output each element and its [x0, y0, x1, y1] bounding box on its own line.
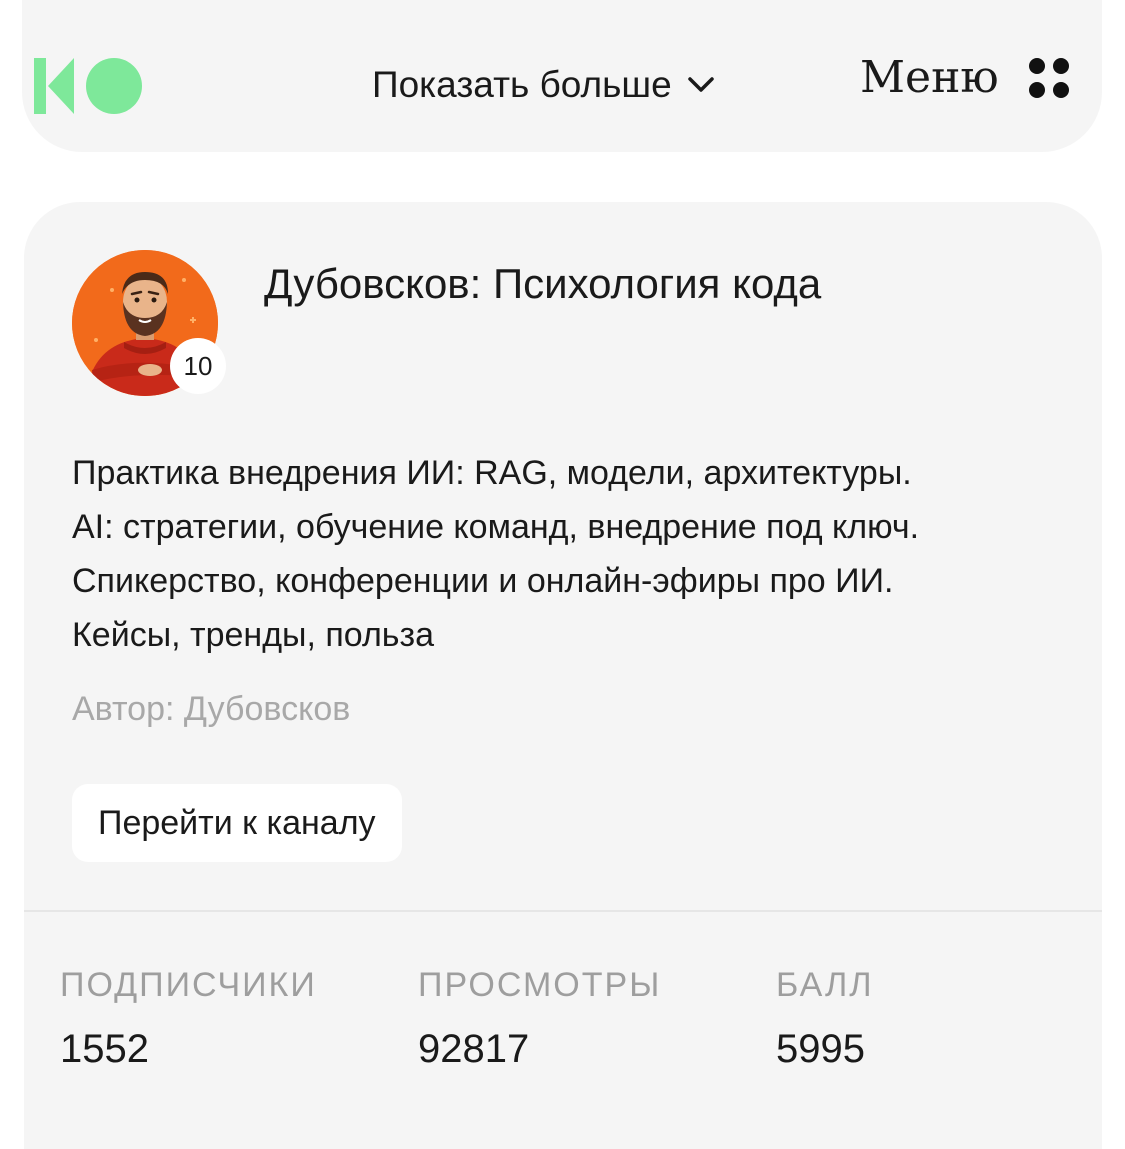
description-line: Спикерство, конференции и онлайн-эфиры п… — [72, 562, 894, 600]
channel-author: Автор: Дубовсков — [72, 690, 351, 728]
stat-label: ПОДПИСЧИКИ — [60, 966, 317, 1004]
top-header: Показать больше Меню — [22, 0, 1102, 152]
chevron-down-icon — [687, 77, 714, 92]
stat-score: БАЛЛ 5995 — [776, 966, 874, 1072]
channel-title: Дубовсков: Психология кода — [264, 260, 822, 307]
stat-subscribers: ПОДПИСЧИКИ 1552 — [60, 966, 317, 1072]
dots-grid-icon — [1028, 57, 1069, 98]
stat-value: 1552 — [60, 1027, 149, 1071]
description-line: Практика внедрения ИИ: RAG, модели, архи… — [72, 454, 912, 492]
stat-value: 92817 — [418, 1027, 530, 1071]
menu-label: Меню — [860, 52, 999, 103]
channel-card: 10 Дубовсков: Психология кода Практика в… — [24, 202, 1102, 1149]
show-more-label: Показать больше — [372, 64, 672, 105]
stat-views: ПРОСМОТРЫ 92817 — [418, 966, 661, 1072]
description-line: AI: стратегии, обучение команд, внедрени… — [72, 508, 920, 546]
description-line: Кейсы, тренды, польза — [72, 616, 434, 654]
divider — [24, 910, 1102, 912]
show-more-button[interactable]: Показать больше — [372, 64, 716, 106]
avatar-container[interactable]: 10 — [72, 250, 226, 396]
stat-value: 5995 — [776, 1027, 865, 1071]
rating-badge: 10 — [170, 338, 226, 394]
tgstat-logo-icon[interactable] — [34, 56, 144, 116]
channel-description: Практика внедрения ИИ: RAG, модели, архи… — [72, 446, 1082, 662]
stat-label: БАЛЛ — [776, 966, 874, 1004]
stat-label: ПРОСМОТРЫ — [418, 966, 662, 1004]
menu-button[interactable]: Меню — [860, 52, 1071, 103]
go-to-channel-button[interactable]: Перейти к каналу — [72, 784, 402, 862]
